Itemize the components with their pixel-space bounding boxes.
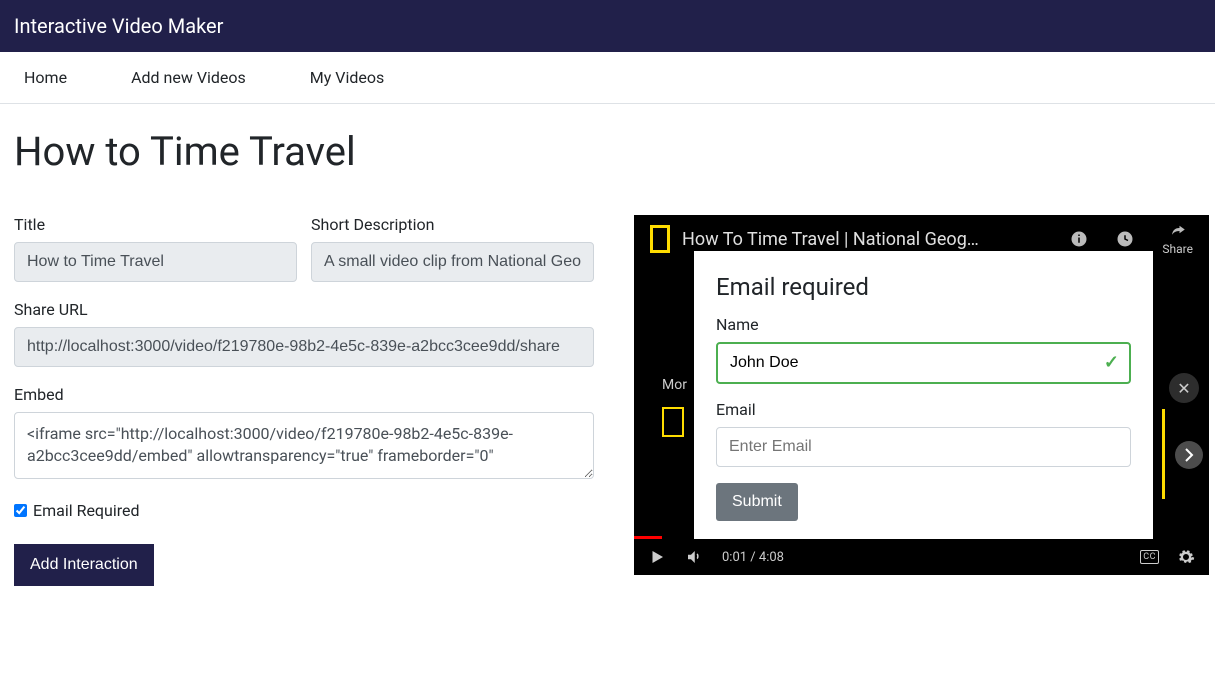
play-icon[interactable]: [648, 548, 666, 566]
details-form: Title Short Description Share URL Embed …: [14, 215, 594, 586]
embed-textarea[interactable]: <iframe src="http://localhost:3000/video…: [14, 412, 594, 479]
modal-submit-button[interactable]: Submit: [716, 483, 798, 521]
modal-name-input[interactable]: [716, 342, 1131, 384]
related-thumbnail-icon[interactable]: [662, 407, 684, 437]
desc-label: Short Description: [311, 215, 594, 234]
checkmark-icon: ✓: [1104, 352, 1119, 373]
brand-title: Interactive Video Maker: [14, 14, 223, 38]
channel-logo-icon: [650, 225, 670, 253]
chevron-right-icon[interactable]: [1175, 441, 1203, 469]
add-interaction-button[interactable]: Add Interaction: [14, 544, 154, 586]
share-icon[interactable]: Share: [1162, 222, 1193, 256]
modal-heading: Email required: [716, 273, 1131, 301]
modal-email-input[interactable]: [716, 427, 1131, 467]
share-url-label: Share URL: [14, 300, 594, 319]
nav-add-videos[interactable]: Add new Videos: [107, 68, 246, 87]
volume-icon[interactable]: [684, 548, 704, 566]
more-videos-label: Mor: [662, 377, 687, 393]
related-scrollbar[interactable]: [1162, 409, 1165, 499]
page-title: How to Time Travel: [14, 128, 1201, 175]
video-title: How To Time Travel | National Geog…: [682, 229, 1058, 250]
modal-email-label: Email: [716, 400, 1131, 419]
watch-later-icon[interactable]: [1116, 230, 1134, 248]
nav-my-videos[interactable]: My Videos: [286, 68, 384, 87]
settings-icon[interactable]: [1177, 548, 1195, 566]
modal-name-label: Name: [716, 315, 1131, 334]
info-icon[interactable]: [1070, 230, 1088, 248]
video-controls: 0:01 / 4:08 CC: [634, 539, 1209, 575]
main-nav: Home Add new Videos My Videos: [0, 52, 1215, 104]
embed-label: Embed: [14, 385, 594, 404]
close-icon[interactable]: ✕: [1169, 373, 1199, 403]
email-required-label: Email Required: [33, 501, 140, 520]
video-player[interactable]: How To Time Travel | National Geog… Shar…: [634, 215, 1209, 575]
title-label: Title: [14, 215, 297, 234]
desc-input[interactable]: [311, 242, 594, 282]
title-input[interactable]: [14, 242, 297, 282]
video-time: 0:01 / 4:08: [722, 550, 784, 565]
nav-home[interactable]: Home: [0, 68, 67, 87]
brand-header: Interactive Video Maker: [0, 0, 1215, 52]
cc-icon[interactable]: CC: [1140, 550, 1159, 564]
share-url-input[interactable]: [14, 327, 594, 367]
email-required-checkbox[interactable]: [14, 504, 27, 517]
email-required-modal: Email required Name ✓ Email Submit: [694, 251, 1153, 543]
